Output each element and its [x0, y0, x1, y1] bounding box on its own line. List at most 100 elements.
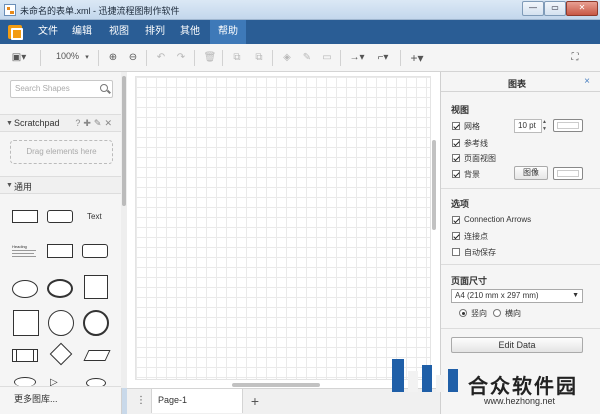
waypoint-style-icon[interactable]: ⌐▾	[372, 51, 394, 65]
maximize-button[interactable]: ▭	[544, 1, 566, 16]
menu-view[interactable]: 视图	[101, 20, 137, 44]
shapes-scroll-thumb[interactable]	[122, 76, 126, 206]
panel-layout-icon[interactable]: ▣▾	[8, 51, 30, 65]
shapes-panel: Search Shapes ▼ Scratchpad ?✚✎✕ Drag ele…	[0, 72, 122, 414]
title-bar: 未命名的表单.xml - 迅捷流程图制作软件 — ▭ ✕	[0, 0, 600, 20]
tab-page-1[interactable]: Page-1	[151, 389, 243, 413]
page-size-select[interactable]: A4 (210 mm x 297 mm) ▼	[451, 289, 583, 303]
grid-checkbox[interactable]	[452, 122, 460, 130]
bold-rounded-rectangle-shape[interactable]	[82, 244, 108, 258]
menu-file[interactable]: 文件	[30, 20, 66, 44]
bold-square-shape[interactable]	[13, 310, 39, 336]
page-size-section-title: 页面尺寸	[451, 276, 488, 286]
portrait-radio[interactable]	[459, 309, 467, 317]
view-section-title: 视图	[451, 105, 470, 115]
toolbar: ▣▾ 100% ▾ ⊕ ⊖ ↶ ↷ 🗑 ⧉ ⧉ ◈ ✎ ▭ →▾ ⌐▾ +▾ ⛶	[0, 44, 600, 72]
rounded-rectangle-shape[interactable]	[47, 210, 73, 223]
canvas-vertical-scrollbar[interactable]	[432, 140, 436, 230]
search-input[interactable]: Search Shapes	[10, 80, 113, 98]
background-color-button[interactable]	[553, 167, 583, 180]
menu-other[interactable]: 其他	[172, 20, 208, 44]
background-image-button[interactable]: 图像	[514, 166, 548, 180]
scratchpad-title: Scratchpad	[14, 118, 60, 128]
close-panel-icon[interactable]: ×	[584, 76, 590, 87]
more-shapes-button[interactable]: 更多图库...	[0, 386, 121, 406]
add-page-button[interactable]: +	[247, 392, 263, 410]
format-panel-header: 图表 ×	[441, 72, 600, 92]
undo-icon[interactable]: ↶	[154, 51, 168, 65]
parallelogram-shape[interactable]	[83, 350, 111, 361]
insert-icon[interactable]: +▾	[406, 51, 428, 65]
general-header[interactable]: ▼ 通用	[0, 176, 121, 194]
grid-size-spinner[interactable]: ▲ ▼	[542, 119, 548, 133]
close-button[interactable]: ✕	[566, 1, 598, 16]
line-color-icon[interactable]: ✎	[300, 51, 314, 65]
guides-label: 参考线	[464, 139, 488, 148]
app-logo-icon	[8, 25, 23, 40]
connection-arrows-label: Connection Arrows	[464, 215, 532, 224]
bold-rectangle-shape[interactable]	[47, 244, 73, 258]
zoom-out-icon[interactable]: ⊖	[126, 51, 140, 65]
autosave-checkbox[interactable]	[452, 248, 460, 256]
collapse-arrow-icon: ▼	[6, 120, 13, 127]
grid-label: 网格	[464, 122, 480, 131]
menu-arrange[interactable]: 排列	[137, 20, 173, 44]
portrait-label: 竖向	[471, 309, 487, 318]
text-shape[interactable]: Text	[87, 212, 102, 221]
zoom-level[interactable]: 100%	[56, 51, 79, 61]
background-checkbox[interactable]	[452, 170, 460, 178]
circle-shape[interactable]	[48, 310, 74, 336]
page-menu-icon[interactable]: ⋮	[135, 395, 147, 409]
page-view-checkbox[interactable]	[452, 154, 460, 162]
square-shape[interactable]	[84, 275, 108, 299]
landscape-label: 横向	[505, 309, 521, 318]
zoom-in-icon[interactable]: ⊕	[106, 51, 120, 65]
scratchpad-header[interactable]: ▼ Scratchpad ?✚✎✕	[0, 114, 121, 132]
heading-shape[interactable]: Heading	[12, 244, 38, 260]
redo-icon[interactable]: ↷	[174, 51, 188, 65]
scratchpad-drop-zone[interactable]: Drag elements here	[10, 140, 113, 164]
fill-color-icon[interactable]: ◈	[280, 51, 294, 65]
rectangle-shape[interactable]	[12, 210, 38, 223]
background-label: 背景	[464, 170, 480, 179]
grid-color-button[interactable]	[553, 119, 583, 132]
grid-size-input[interactable]: 10 pt	[514, 119, 542, 133]
page-view-label: 页面视图	[464, 154, 496, 163]
menu-bar: 文件 编辑 视图 排列 其他 帮助	[0, 20, 600, 44]
bold-ellipse-shape[interactable]	[47, 279, 73, 298]
connection-arrows-checkbox[interactable]	[452, 216, 460, 224]
delete-icon[interactable]: 🗑	[203, 51, 217, 65]
connection-points-checkbox[interactable]	[452, 232, 460, 240]
menu-edit[interactable]: 编辑	[64, 20, 100, 44]
ellipse-shape[interactable]	[12, 280, 38, 298]
to-back-icon[interactable]: ⧉	[252, 51, 266, 65]
app-icon	[4, 4, 16, 16]
scratchpad-tools-icons[interactable]: ?✚✎✕	[75, 118, 115, 129]
canvas-horizontal-scrollbar[interactable]	[232, 383, 320, 387]
window-title: 未命名的表单.xml - 迅捷流程图制作软件	[20, 6, 180, 16]
autosave-label: 自动保存	[464, 248, 496, 257]
options-section-title: 选项	[451, 199, 470, 209]
diamond-shape[interactable]	[49, 342, 73, 366]
guides-checkbox[interactable]	[452, 139, 460, 147]
bold-circle-shape[interactable]	[83, 310, 109, 336]
tab-diagram[interactable]: 图表	[441, 77, 593, 90]
collapse-arrow-icon: ▼	[6, 182, 13, 189]
shadow-icon[interactable]: ▭	[320, 51, 334, 65]
search-icon[interactable]	[100, 84, 108, 92]
connection-points-label: 连接点	[464, 232, 488, 241]
general-title: 通用	[14, 182, 33, 192]
fullscreen-icon[interactable]: ⛶	[568, 51, 582, 65]
diagram-canvas[interactable]	[127, 72, 440, 388]
menu-help[interactable]: 帮助	[210, 20, 246, 44]
canvas-grid[interactable]	[135, 76, 431, 380]
zoom-dropdown-icon[interactable]: ▾	[82, 51, 92, 65]
search-placeholder: Search Shapes	[15, 84, 70, 93]
watermark-text: 合众软件园	[468, 376, 578, 398]
edit-data-button[interactable]: Edit Data	[451, 337, 583, 353]
process-shape[interactable]	[12, 349, 38, 362]
minimize-button[interactable]: —	[522, 1, 544, 16]
landscape-radio[interactable]	[493, 309, 501, 317]
to-front-icon[interactable]: ⧉	[230, 51, 244, 65]
connection-style-icon[interactable]: →▾	[346, 51, 368, 65]
